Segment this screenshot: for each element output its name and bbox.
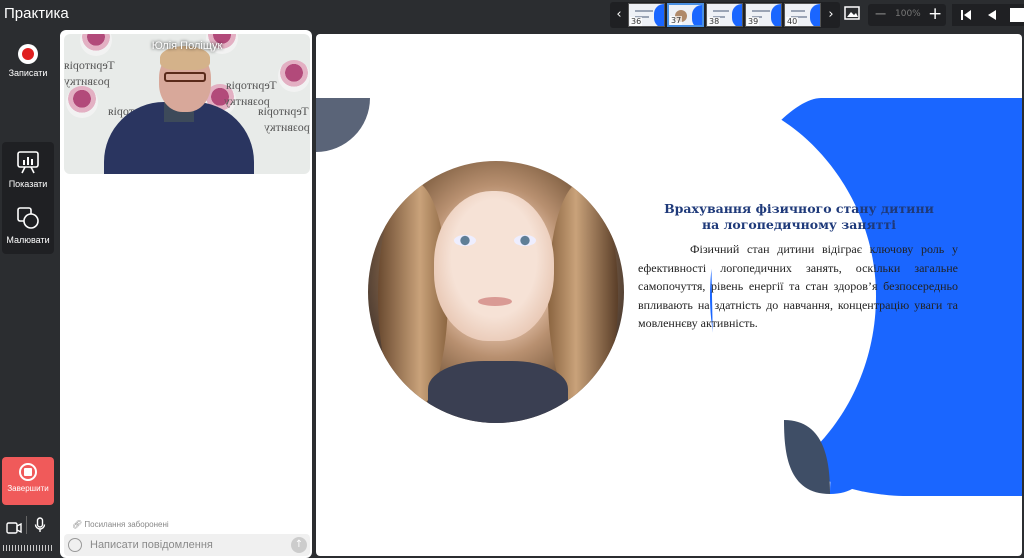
image-icon[interactable] bbox=[844, 6, 860, 20]
shapes-icon bbox=[17, 207, 39, 229]
record-button[interactable]: Записати bbox=[2, 44, 54, 78]
left-sidebar: Записати Показати Малювати Завершити bbox=[0, 30, 56, 558]
presentation-icon bbox=[17, 151, 39, 174]
slide-body-text: Фізичний стан дитини відіграє ключову ро… bbox=[638, 242, 958, 330]
presentation-tools: Показати Малювати bbox=[2, 142, 54, 254]
zoom-level: 100% bbox=[895, 9, 921, 19]
app-title: Практика bbox=[4, 5, 69, 22]
participant-name: Юлія Поліщук bbox=[151, 40, 223, 52]
slide-thumbnail[interactable]: 38 bbox=[706, 3, 743, 27]
slide-title: Врахування фізичного стану дитини на лог… bbox=[664, 201, 934, 232]
slide-navigation bbox=[952, 4, 1024, 26]
emoji-icon[interactable] bbox=[68, 538, 82, 552]
show-button[interactable]: Показати bbox=[2, 150, 54, 189]
slide-thumbnail[interactable]: 36 bbox=[628, 3, 665, 27]
chat-input-box: ↑ bbox=[64, 534, 310, 556]
stop-icon bbox=[19, 463, 37, 481]
link-icon: 🔗︎ bbox=[72, 520, 85, 529]
previous-slide-icon[interactable] bbox=[986, 9, 998, 21]
participant-video[interactable]: Територія розвитку Територія розвитку Те… bbox=[64, 34, 310, 174]
slide-thumbnail[interactable]: 39 bbox=[745, 3, 782, 27]
chevron-right-icon[interactable]: › bbox=[822, 2, 840, 28]
glasses-icon bbox=[164, 72, 206, 82]
stop-presentation-icon[interactable] bbox=[1010, 8, 1024, 22]
chevron-left-icon[interactable]: ‹ bbox=[610, 2, 628, 28]
send-button[interactable]: ↑ bbox=[291, 537, 307, 553]
slide-thumbnail[interactable]: 40 bbox=[784, 3, 821, 27]
slide-thumbnail-active[interactable]: 37 bbox=[667, 3, 704, 27]
draw-button[interactable]: Малювати bbox=[2, 206, 54, 245]
record-icon bbox=[18, 44, 38, 64]
audio-level-meter bbox=[3, 545, 53, 551]
slate-quarter-shape bbox=[316, 98, 370, 152]
side-panel: Територія розвитку Територія розвитку Те… bbox=[60, 30, 312, 558]
first-slide-icon[interactable] bbox=[960, 9, 972, 21]
child-portrait-photo bbox=[368, 161, 624, 423]
microphone-icon[interactable] bbox=[34, 517, 46, 537]
zoom-in-button[interactable]: + bbox=[928, 4, 942, 24]
chat-message-input[interactable] bbox=[90, 536, 280, 554]
zoom-out-button[interactable]: − bbox=[874, 4, 887, 24]
zoom-control: − 100% + bbox=[868, 4, 946, 26]
end-session-button[interactable]: Завершити bbox=[2, 457, 54, 505]
slide-thumbnail-strip: ‹ 36 37 38 39 40 › bbox=[610, 2, 840, 28]
links-forbidden-notice: 🔗︎ Посилання заборонені bbox=[72, 520, 169, 529]
top-bar: Практика ‹ 36 37 38 39 40 › − 100% + bbox=[0, 0, 1024, 30]
camera-icon[interactable] bbox=[6, 519, 22, 538]
av-controls bbox=[2, 514, 54, 538]
presentation-slide: Врахування фізичного стану дитини на лог… bbox=[316, 34, 1022, 556]
